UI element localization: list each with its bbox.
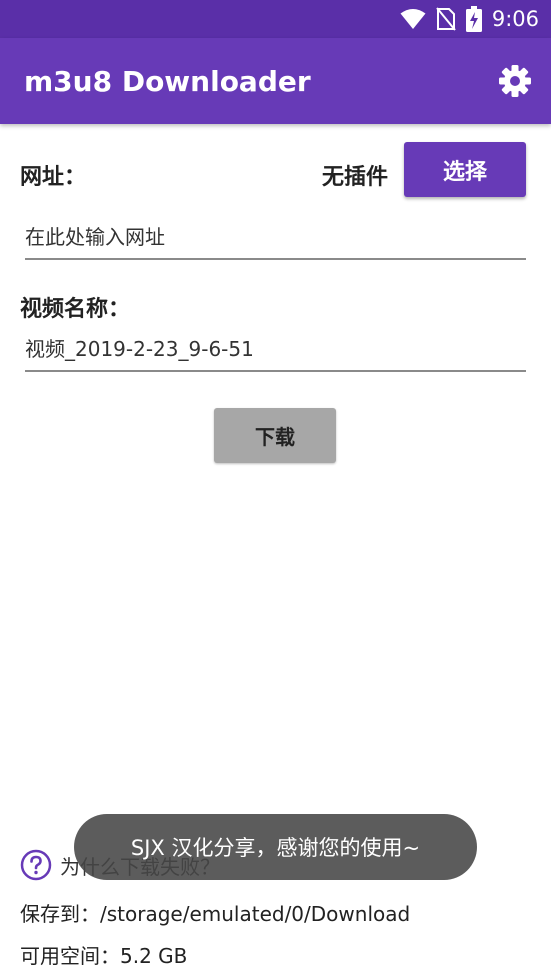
status-bar: 9:06 — [0, 0, 551, 38]
gear-icon — [499, 65, 531, 97]
question-circle-icon — [20, 849, 52, 881]
status-icons: 9:06 — [400, 6, 539, 32]
save-path: 保存到：/storage/emulated/0/Download — [20, 902, 411, 926]
no-sim-icon — [436, 7, 456, 31]
plugin-status: 无插件 — [322, 165, 389, 190]
app-bar: m3u8 Downloader — [0, 38, 551, 124]
video-name-label: 视频名称： — [20, 297, 131, 322]
settings-button[interactable] — [497, 63, 533, 99]
toast-message: SJX 汉化分享，感谢您的使用~ — [74, 814, 477, 880]
wifi-icon — [400, 9, 426, 29]
url-label: 网址： — [20, 165, 87, 190]
free-space: 可用空间：5.2 GB — [20, 944, 188, 968]
status-time: 9:06 — [491, 7, 539, 31]
battery-charging-icon — [465, 6, 482, 32]
url-input[interactable]: 在此处输入网址 — [25, 212, 526, 260]
video-name-input[interactable]: 视频_2019-2-23_9-6-51 — [25, 324, 526, 372]
app-title: m3u8 Downloader — [24, 65, 311, 98]
select-button[interactable]: 选择 — [404, 142, 526, 197]
download-button[interactable]: 下载 — [214, 408, 336, 463]
